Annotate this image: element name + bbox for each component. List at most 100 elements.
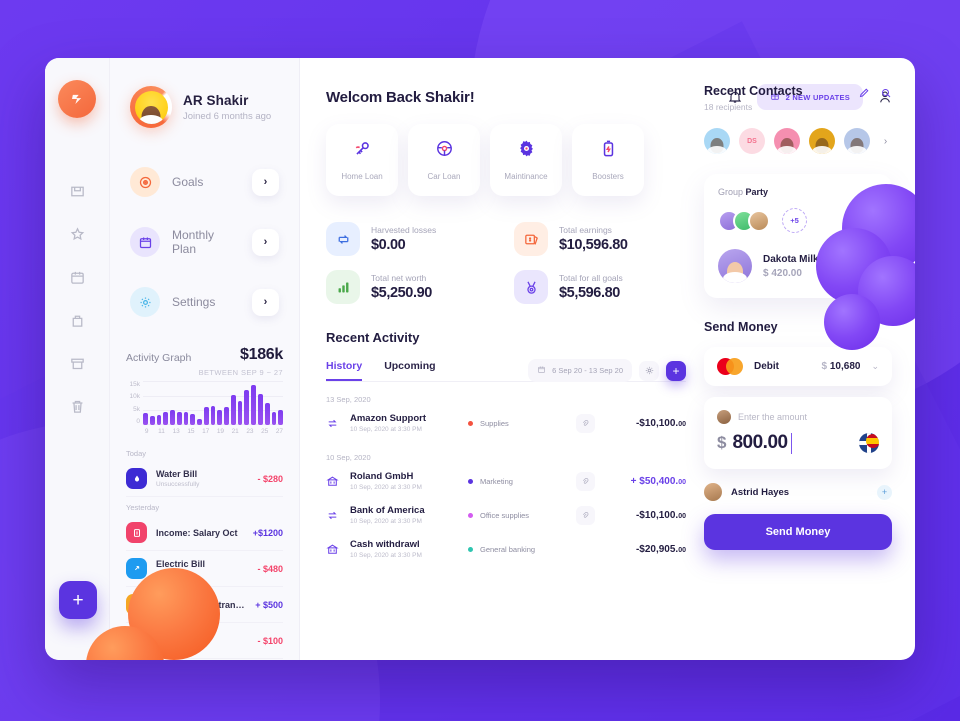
avatar[interactable] <box>704 128 730 154</box>
chat-icon[interactable] <box>863 211 880 228</box>
sidebar-item-label: Monthly Plan <box>172 228 215 256</box>
card-balance-value: 10,680 <box>829 361 861 372</box>
rail-add-button[interactable]: + <box>59 581 97 619</box>
profile-name: AR Shakir <box>183 92 249 108</box>
transaction-row[interactable]: Income : Jane transfers + $500 <box>126 587 283 623</box>
tab-history[interactable]: History <box>326 360 363 381</box>
y-tick: 10k <box>129 393 140 401</box>
transaction-status: Unsuccessfully <box>156 481 200 488</box>
app-logo-icon[interactable] <box>58 80 96 118</box>
tile-car-loan[interactable]: Car Loan <box>408 124 480 196</box>
icon-rail: + <box>45 58 110 660</box>
stat-label: Total net worth <box>371 273 427 283</box>
add-activity-button[interactable]: + <box>666 360 686 381</box>
transfer-icon <box>126 594 147 615</box>
activity-row[interactable]: Cash withdrawl 10 Sep, 2020 at 3:30 PM Gen… <box>326 532 686 566</box>
tile-maintinance[interactable]: Maintinance <box>490 124 562 196</box>
date-range-picker[interactable]: 6 Sep 20 - 13 Sep 20 <box>528 359 632 382</box>
clip-icon[interactable] <box>576 471 595 491</box>
recent-contacts-header: Recent Contacts 18 recipients <box>704 84 892 112</box>
category-dot <box>468 478 473 484</box>
send-money-button[interactable]: Send Money <box>704 514 892 550</box>
avatar[interactable] <box>774 128 800 154</box>
amount-main: -$10,100. <box>635 509 679 521</box>
pencil-icon[interactable] <box>858 87 870 99</box>
transaction-amount: + $500 <box>255 599 283 610</box>
transaction-row[interactable]: Internet Bill Successfully - $100 <box>126 623 283 659</box>
x-tick <box>195 428 202 435</box>
battery-bolt-icon <box>599 139 618 163</box>
trash-icon[interactable] <box>66 395 88 417</box>
avatar[interactable] <box>844 128 870 154</box>
chevron-right-icon[interactable]: › <box>252 228 279 256</box>
star-icon[interactable] <box>66 223 88 245</box>
search-icon[interactable] <box>880 87 892 99</box>
activity-name: Cash withdrawl <box>350 539 420 550</box>
activity-graph-range: BETWEEN SEP 9 ~ 27 <box>198 368 283 377</box>
clip-icon[interactable] <box>576 413 595 433</box>
activity-graph-plot <box>143 381 284 425</box>
payment-card-selector[interactable]: Debit $ 10,680 ⌄ <box>704 347 892 386</box>
tab-upcoming[interactable]: Upcoming <box>384 360 435 381</box>
clip-icon[interactable] <box>576 505 595 525</box>
contact-avatar-wrapper[interactable] <box>774 128 800 164</box>
activity-row[interactable]: Amazon Support 10 Sep, 2020 at 3:30 PM Sup… <box>326 406 686 440</box>
tile-boosters[interactable]: Boosters <box>572 124 644 196</box>
stat-total-earnings: Total earnings $10,596.80 <box>514 222 686 256</box>
transaction-row[interactable]: Water Bill Unsuccessfully - $280 <box>126 461 283 497</box>
activity-name: Bank of America <box>350 505 425 516</box>
quick-tiles: Home Loan Car Loan Maintinance Boosters <box>326 124 686 196</box>
activity-graph-total: $186k <box>240 346 283 363</box>
bag-icon[interactable] <box>66 309 88 331</box>
activity-row[interactable]: Bank of America 10 Sep, 2020 at 3:30 PM Of… <box>326 498 686 532</box>
group-label-prefix: Group <box>718 187 744 197</box>
contact-avatar-wrapper[interactable] <box>704 128 730 164</box>
chevron-right-icon[interactable]: › <box>252 288 279 316</box>
amount-cents: 00 <box>678 512 686 520</box>
activity-graph-title: Activity Graph <box>126 352 192 364</box>
group-person-row[interactable]: Dakota Milk $ 420.00 › <box>718 249 878 283</box>
recipient-name: Astrid Hayes <box>731 486 790 498</box>
transfer-icon <box>326 417 339 430</box>
transaction-row[interactable]: Electric Bill Successfully - $480 <box>126 551 283 587</box>
activity-row[interactable]: Roland GmbH 10 Sep, 2020 at 3:30 PM Market… <box>326 464 686 498</box>
x-tick: 9 <box>144 428 149 435</box>
transaction-row[interactable]: Income: Salary Oct +$1200 <box>126 515 283 551</box>
chevron-down-icon[interactable]: ⌄ <box>871 361 879 372</box>
wifi-icon <box>126 630 147 651</box>
contact-avatar-wrapper[interactable] <box>809 128 835 164</box>
chevron-right-icon[interactable]: › <box>252 168 279 196</box>
activity-amount: + $50,400.00 <box>631 476 686 487</box>
contact-avatar-wrapper[interactable] <box>844 128 870 164</box>
app-window: + AR Shakir Joined 6 months ago Goals › <box>45 58 915 660</box>
amount-placeholder: Enter the amount <box>738 412 808 422</box>
profile-block[interactable]: AR Shakir Joined 6 months ago <box>110 86 299 128</box>
contact-initials-avatar[interactable]: DS <box>739 128 765 154</box>
stat-value: $10,596.80 <box>559 237 628 253</box>
left-panel: AR Shakir Joined 6 months ago Goals › Mo… <box>86 58 300 660</box>
chevron-right-icon[interactable]: › <box>874 260 878 272</box>
contacts-next-button[interactable]: › <box>879 128 892 154</box>
uk-es-flag-icon[interactable] <box>859 433 879 453</box>
tile-home-loan[interactable]: Home Loan <box>326 124 398 196</box>
settings-button[interactable] <box>639 360 659 381</box>
archive-icon[interactable] <box>66 352 88 374</box>
sidebar-item-goals[interactable]: Goals › <box>124 160 285 204</box>
amount-input-card[interactable]: Enter the amount $ 800.00 <box>704 397 892 469</box>
contact-avatar-wrapper[interactable]: DS <box>739 128 765 164</box>
chart-bar <box>203 406 209 425</box>
add-recipient-button[interactable]: + <box>877 484 892 500</box>
sidebar-item-settings[interactable]: Settings › <box>124 280 285 324</box>
exchange-icon <box>326 222 360 256</box>
calendar-icon[interactable] <box>66 266 88 288</box>
sidebar-item-monthly-plan[interactable]: Monthly Plan › <box>124 220 285 264</box>
group-extra-count[interactable]: +5 <box>782 208 807 233</box>
save-icon[interactable] <box>66 180 88 202</box>
avatar[interactable] <box>809 128 835 154</box>
stat-label: Total earnings <box>559 225 612 235</box>
card-type-label: Debit <box>754 361 779 372</box>
x-tick <box>224 428 231 435</box>
water-drop-icon <box>126 468 147 489</box>
amount-input[interactable]: 800.00 <box>732 432 788 454</box>
chart-bar <box>271 412 277 425</box>
